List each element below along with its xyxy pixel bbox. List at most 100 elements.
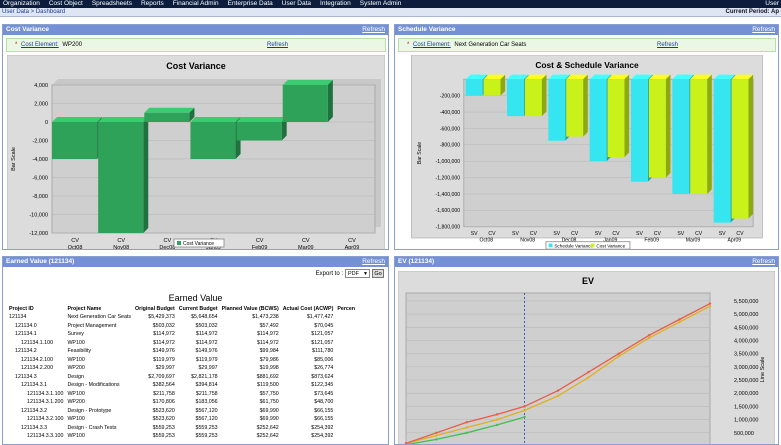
table-cell: $111,780 xyxy=(312,348,334,355)
table-cell: $2,821,178 xyxy=(191,373,218,380)
column-header: Original Budget xyxy=(135,305,175,312)
x-category-label: Dec08 xyxy=(159,245,175,250)
nav-item[interactable]: Cost Object xyxy=(49,0,83,7)
current-period: Current Period: Ap xyxy=(725,9,779,15)
nav-item[interactable]: Spreadsheets xyxy=(92,0,132,7)
table-cell: 121134.3.2.100 xyxy=(27,416,64,423)
x-tick-label: CV xyxy=(488,231,496,237)
table-row[interactable]: 121134.1 Survey $114,972 $114,972 $114,972 $1… xyxy=(7,330,357,339)
table-cell: $70,045 xyxy=(314,322,334,329)
table-row[interactable]: 121134.3.2.100 WP100 $523,620 $567,120 $69,9… xyxy=(7,415,357,424)
series-point xyxy=(435,438,438,441)
series-point xyxy=(523,415,526,419)
table-row[interactable]: 121134.3.3 Design - Crash Tests $559,253 $5… xyxy=(7,424,357,433)
table-row[interactable]: 121134.3.1.100 WP100 $211,758 $211,758 $57,7… xyxy=(7,390,357,399)
user-menu[interactable]: User xyxy=(765,0,779,8)
table-cell xyxy=(335,364,357,373)
cost-schedule-variance-chart: Cost & Schedule Variance -200,000 -400,000… xyxy=(411,55,763,249)
table-cell xyxy=(335,330,357,339)
x-tick-label: CV xyxy=(256,238,264,244)
cost-element-link[interactable]: Cost Element: xyxy=(21,42,59,48)
cost-variance-chart: Cost Variance 4,000 2,000 0 -2,000 -4,000 -6,0… xyxy=(7,55,385,250)
series-point xyxy=(556,389,560,392)
table-row[interactable]: 121134.2 Feasibility $149,976 $149,976 $99,9… xyxy=(7,347,357,356)
table-cell: $183,056 xyxy=(195,399,218,406)
refresh-link[interactable]: Refresh xyxy=(362,25,385,35)
bar xyxy=(566,79,584,137)
table-cell: 121134.2.100 xyxy=(21,356,54,363)
bar xyxy=(731,79,749,219)
go-button[interactable]: Go xyxy=(372,269,384,278)
filter-refresh-link[interactable]: Refresh xyxy=(267,39,288,51)
y-tick-label: -1,800,000 xyxy=(436,225,461,231)
nav-item[interactable]: Enterprise Data xyxy=(228,0,273,7)
table-cell: $57,492 xyxy=(259,322,279,329)
table-cell: $29,997 xyxy=(198,365,218,372)
table-cell: $114,972 xyxy=(195,331,218,338)
table-cell xyxy=(335,407,357,416)
table-cell: $523,620 xyxy=(152,407,175,414)
bar-side xyxy=(665,74,671,178)
refresh-link[interactable]: Refresh xyxy=(362,257,385,267)
x-category-label: Oct08 xyxy=(479,238,493,244)
table-row[interactable]: 121134.3.3.100 WP100 $559,253 $559,253 $252,… xyxy=(7,432,357,441)
series-point xyxy=(648,336,651,340)
table-cell: WP100 xyxy=(67,339,85,346)
table-cell: $19,998 xyxy=(259,365,279,372)
nav-item[interactable]: Organization xyxy=(3,0,40,7)
filter-refresh-link[interactable]: Refresh xyxy=(657,39,678,51)
table-row[interactable]: 121134.3.1 Design - Modifications $382,564… xyxy=(7,381,357,390)
bar xyxy=(690,79,708,194)
nav-item[interactable]: Financial Admin xyxy=(173,0,219,7)
table-cell: 121134.3 xyxy=(15,373,37,380)
table-cell xyxy=(335,313,357,322)
table-row[interactable]: 121134.3.1.200 WP200 $170,806 $183,056 $61,7… xyxy=(7,398,357,407)
table-cell: $567,120 xyxy=(195,407,218,414)
table-cell: 121134.3.1.200 xyxy=(27,399,64,406)
nav-item[interactable]: Reports xyxy=(141,0,164,7)
table-row[interactable]: 121134.0 Project Management $503,032 $503,0… xyxy=(7,322,357,331)
table-cell xyxy=(335,398,357,407)
table-row[interactable]: 121134.3 Design $2,709,697 $2,821,178 $881,6… xyxy=(7,373,357,382)
table-cell: $873,624 xyxy=(311,373,334,380)
table-row[interactable]: 121134.2.200 WP200 $29,997 $29,997 $19,998 $2… xyxy=(7,364,357,373)
cost-element-link[interactable]: Cost Element: xyxy=(413,42,451,48)
table-cell: Design xyxy=(67,373,84,380)
series-point xyxy=(708,302,712,305)
y-tick-label: 2,500,000 xyxy=(734,378,758,384)
series-point xyxy=(587,376,590,379)
table-row[interactable]: 121134.2.100 WP100 $119,979 $119,979 $79,986… xyxy=(7,356,357,365)
x-tick-label: CV xyxy=(348,238,356,244)
table-cell: $57,750 xyxy=(259,390,279,397)
chart-title: EV xyxy=(582,276,594,286)
x-tick-label: SV xyxy=(471,231,478,237)
bar-top xyxy=(190,117,241,122)
series-point xyxy=(617,355,620,358)
y-tick-label: 4,500,000 xyxy=(734,325,758,331)
series-point xyxy=(678,320,681,324)
legend-swatch xyxy=(177,241,181,245)
nav-item[interactable]: Integration xyxy=(320,0,351,7)
table-cell: $254,392 xyxy=(311,433,334,440)
refresh-link[interactable]: Refresh xyxy=(752,257,775,267)
series-point xyxy=(523,405,526,408)
filter-bar: * Cost Element: Next Generation Car Seat… xyxy=(398,38,776,52)
refresh-link[interactable]: Refresh xyxy=(752,25,775,35)
table-row[interactable]: 121134.1.100 WP100 $114,972 $114,972 $114,97… xyxy=(7,339,357,348)
y-tick-label: 5,000,000 xyxy=(734,312,758,318)
nav-item[interactable]: User Data xyxy=(282,0,311,7)
panel-header: Earned Value (121134) Refresh xyxy=(3,257,388,267)
breadcrumb[interactable]: User Data > Dashboard xyxy=(2,8,65,17)
table-cell: $503,032 xyxy=(195,322,218,329)
x-tick-label: CV xyxy=(612,231,620,237)
export-format-select[interactable]: PDF ▼ xyxy=(345,269,370,278)
table-row[interactable]: 121134.3.2 Design - Prototype $523,620 $567… xyxy=(7,407,357,416)
earned-value-table: Project ID Project Name Original Budget Cur… xyxy=(7,304,357,441)
bar xyxy=(648,79,666,178)
nav-item[interactable]: System Admin xyxy=(360,0,402,7)
legend-swatch xyxy=(548,243,553,248)
chart-title: Cost Variance xyxy=(166,61,226,71)
table-row[interactable]: 121134 Next Generation Car Seats $5,429,37… xyxy=(7,313,357,322)
table-cell: $114,972 xyxy=(195,339,218,346)
bar xyxy=(713,79,731,223)
